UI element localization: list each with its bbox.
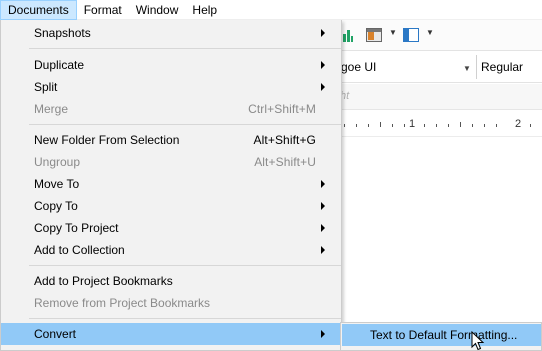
menu-item-add-to-collection[interactable]: Add to Collection <box>1 239 342 261</box>
menu-item-label: Add to Collection <box>34 243 125 257</box>
menu-separator <box>29 318 341 319</box>
menu-help[interactable]: Help <box>185 0 224 20</box>
dropdown-caret-icon[interactable]: ▼ <box>463 64 471 73</box>
menu-item-copy-to-project[interactable]: Copy To Project <box>1 217 342 239</box>
submenu-arrow-icon <box>321 180 325 188</box>
font-bar: goe UI ▼ Regular <box>340 51 542 83</box>
menu-item-label: Convert <box>34 327 77 341</box>
menu-documents[interactable]: Documents <box>0 0 77 20</box>
ruler-number: 1 <box>409 118 416 130</box>
menu-item-label: New Folder From Selection <box>34 133 180 147</box>
font-style-select[interactable]: Regular <box>481 57 523 77</box>
menu-separator <box>29 124 341 125</box>
menu-item-label: Duplicate <box>34 58 85 72</box>
submenu-arrow-icon <box>321 83 325 91</box>
convert-submenu: Text to Default Formatting... <box>340 322 542 351</box>
menu-bar: Documents Format Window Help <box>0 0 542 20</box>
menu-item-copy-to[interactable]: Copy To <box>1 195 342 217</box>
dropdown-caret-icon[interactable]: ▼ <box>426 28 434 37</box>
document-area[interactable] <box>340 137 542 351</box>
ruler: 1 2 <box>340 111 542 137</box>
toolbar: ▼ ▼ <box>340 20 542 51</box>
divider <box>476 55 477 79</box>
submenu-arrow-icon <box>321 246 325 254</box>
menu-item-label: Ungroup <box>34 155 81 169</box>
menu-item-label: Move To <box>34 177 80 191</box>
menu-item-merge[interactable]: Merge Ctrl+Shift+M <box>1 98 342 120</box>
menu-separator <box>29 265 341 266</box>
font-family-select[interactable]: goe UI <box>340 57 476 77</box>
menu-separator <box>29 48 341 49</box>
menu-item-label: Snapshots <box>34 26 91 40</box>
menu-item-new-folder-from-selection[interactable]: New Folder From Selection Alt+Shift+G <box>1 129 342 151</box>
menu-item-add-to-project-bookmarks[interactable]: Add to Project Bookmarks <box>1 270 342 292</box>
menu-item-snapshots[interactable]: Snapshots <box>1 22 342 44</box>
menu-item-convert[interactable]: Convert <box>1 323 342 345</box>
submenu-arrow-icon <box>321 29 325 37</box>
menu-item-move-to[interactable]: Move To <box>1 173 342 195</box>
dropdown-caret-icon[interactable]: ▼ <box>389 28 397 37</box>
submenu-arrow-icon <box>321 61 325 69</box>
submenu-arrow-icon <box>321 224 325 232</box>
menu-item-split[interactable]: Split <box>1 76 342 98</box>
style-bar: ht <box>340 84 542 110</box>
menu-item-label: Add to Project Bookmarks <box>34 274 173 288</box>
submenu-arrow-icon <box>321 202 325 210</box>
menu-item-duplicate[interactable]: Duplicate <box>1 54 342 76</box>
menu-item-label: Merge <box>34 102 69 116</box>
menu-item-ungroup[interactable]: Ungroup Alt+Shift+U <box>1 151 342 173</box>
submenu-arrow-icon <box>321 330 325 338</box>
menu-item-shortcut: Alt+Shift+G <box>253 133 316 147</box>
menu-item-shortcut: Ctrl+Shift+M <box>248 102 316 116</box>
chart-icon[interactable] <box>343 28 353 42</box>
panel-icon[interactable] <box>403 28 419 42</box>
menu-item-label: Copy To <box>34 199 78 213</box>
menu-item-shortcut: Alt+Shift+U <box>254 155 316 169</box>
menu-item-label: Remove from Project Bookmarks <box>34 296 211 310</box>
layout-icon[interactable] <box>366 28 382 42</box>
mouse-pointer-icon <box>471 331 485 351</box>
submenu-item-text-to-default-formatting[interactable]: Text to Default Formatting... <box>342 324 541 346</box>
menu-window[interactable]: Window <box>129 0 186 20</box>
menu-format[interactable]: Format <box>77 0 129 20</box>
menu-item-label: Split <box>34 80 58 94</box>
ruler-number: 2 <box>515 118 522 130</box>
menu-item-label: Copy To Project <box>34 221 119 235</box>
submenu-item-label: Text to Default Formatting... <box>370 328 518 342</box>
menu-item-remove-from-project-bookmarks[interactable]: Remove from Project Bookmarks <box>1 292 342 314</box>
documents-menu: Snapshots Duplicate Split Merge Ctrl+Shi… <box>0 20 342 351</box>
